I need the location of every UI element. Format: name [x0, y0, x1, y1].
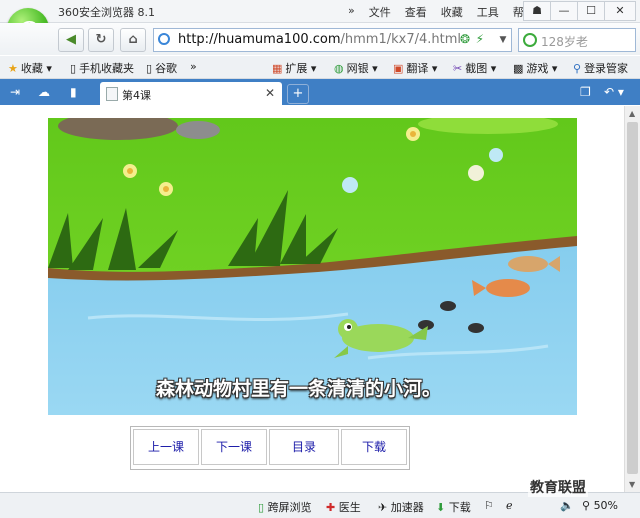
cloud-icon[interactable]: ☁: [38, 85, 50, 99]
favorites-bar: ★ 收藏 ▾ ▯ 手机收藏夹 ▯ 谷歌 » ▦ 扩展 ▾ ◍ 网银 ▾ ▣ 翻译 ▾ ✂ 截图…: [0, 56, 640, 79]
address-dropdown-button[interactable]: ▼: [495, 28, 512, 52]
main-menu: » 文件 查看 收藏 工具 帮助: [348, 4, 535, 20]
window-controls: ☗ — ☐ ✕: [523, 1, 636, 21]
url-text[interactable]: http://huamuma100.com/hmm1/kx7/4.html: [178, 32, 461, 47]
sidebar-toggle-icon[interactable]: ⇥: [10, 85, 20, 99]
tab-bar: ⇥ ☁ ▮ 第4课 ✕ + ❐ ↶ ▾: [0, 79, 640, 105]
page-icon: ▯: [146, 62, 153, 75]
menu-tools[interactable]: 工具: [477, 4, 499, 20]
skin-icon[interactable]: ☗: [523, 1, 551, 21]
flag-icon[interactable]: ⚐: [484, 499, 494, 512]
refresh-button[interactable]: ↻: [88, 28, 114, 52]
key-icon: ⚲: [573, 62, 582, 75]
grid-icon: ▦: [272, 62, 283, 75]
restore-tabs-icon[interactable]: ❐: [580, 85, 591, 99]
search-box[interactable]: 128岁老: [518, 28, 636, 52]
address-bar[interactable]: http://huamuma100.com/hmm1/kx7/4.html ❂ …: [153, 28, 497, 52]
doctor-button[interactable]: ✚ 医生: [326, 499, 361, 515]
security-check-icon[interactable]: ❂: [460, 32, 470, 46]
accelerator-button[interactable]: ✈ 加速器: [378, 499, 424, 515]
tool-games[interactable]: ▩ 游戏 ▾: [513, 60, 557, 76]
scene-caption: 森林动物村里有一条清清的小河。: [156, 378, 442, 400]
menu-view[interactable]: 查看: [405, 4, 427, 20]
url-host: http://huamuma100.com: [178, 32, 341, 47]
close-window-button[interactable]: ✕: [604, 1, 636, 21]
navigation-bar: ◀ ↻ ⌂ http://huamuma100.com/hmm1/kx7/4.h…: [0, 23, 640, 55]
tab-title: 第4课: [122, 89, 151, 102]
gamepad-icon: ▩: [513, 62, 524, 75]
table-of-contents-link[interactable]: 目录: [269, 429, 339, 465]
close-tab-icon[interactable]: ✕: [265, 86, 275, 100]
prev-lesson-link[interactable]: 上一课: [133, 429, 199, 465]
tool-screenshot[interactable]: ✂ 截图 ▾: [453, 60, 496, 76]
phone-icon: ▯: [258, 501, 265, 514]
plus-icon: ✚: [326, 501, 336, 514]
watermark: 教育联盟: [528, 477, 588, 497]
fav-item-google[interactable]: ▯ 谷歌: [146, 60, 177, 76]
menu-favorites[interactable]: 收藏: [441, 4, 463, 20]
tool-login-manager[interactable]: ⚲ 登录管家: [573, 60, 628, 76]
scissors-icon: ✂: [453, 62, 463, 75]
undo-close-icon[interactable]: ↶ ▾: [604, 85, 624, 99]
scrollbar-thumb[interactable]: [627, 122, 638, 474]
bank-icon: ◍: [334, 62, 344, 75]
fav-item-favorites[interactable]: ★ 收藏 ▾: [8, 60, 52, 76]
home-button[interactable]: ⌂: [120, 28, 146, 52]
rocket-icon: ✈: [378, 501, 388, 514]
scroll-down-icon[interactable]: ▼: [629, 480, 635, 489]
title-bar: 360安全浏览器 8.1 » 文件 查看 收藏 工具 帮助 ☗ — ☐ ✕: [0, 0, 640, 23]
scroll-up-icon[interactable]: ▲: [629, 109, 635, 118]
minimize-button[interactable]: —: [550, 1, 578, 21]
download-arrow-icon: ⬇: [436, 501, 446, 514]
zoom-icon: ⚲: [582, 499, 591, 512]
tool-ebank[interactable]: ◍ 网银 ▾: [334, 60, 378, 76]
ie-icon[interactable]: ℯ: [506, 499, 513, 512]
back-button[interactable]: ◀: [58, 28, 84, 52]
download-button[interactable]: ⬇ 下载: [436, 499, 471, 515]
lesson-navigation: 上一课 下一课 目录 下载: [130, 426, 410, 470]
vertical-scrollbar[interactable]: ▲ ▼: [624, 106, 640, 492]
river-scene-image: [48, 112, 577, 415]
tab-list-icon[interactable]: ▮: [70, 85, 77, 99]
download-link[interactable]: 下载: [341, 429, 407, 465]
globe-icon: [158, 33, 170, 45]
page-icon: [106, 87, 118, 101]
zoom-control[interactable]: ⚲ 50%: [582, 499, 618, 512]
maximize-button[interactable]: ☐: [577, 1, 605, 21]
fav-item-mobile[interactable]: ▯ 手机收藏夹: [70, 60, 134, 76]
favbar-more-button[interactable]: »: [190, 60, 197, 73]
volume-icon[interactable]: 🔈: [560, 499, 574, 512]
search-input[interactable]: 128岁老: [541, 33, 588, 50]
cross-screen-button[interactable]: ▯ 跨屏浏览: [258, 499, 312, 515]
star-icon: ★: [8, 62, 18, 75]
search-icon: [523, 33, 537, 47]
speed-mode-icon[interactable]: ⚡: [476, 32, 484, 46]
translate-icon: ▣: [393, 62, 404, 75]
menu-file[interactable]: 文件: [369, 4, 391, 20]
next-lesson-link[interactable]: 下一课: [201, 429, 267, 465]
tool-extensions[interactable]: ▦ 扩展 ▾: [272, 60, 316, 76]
new-tab-button[interactable]: +: [287, 84, 309, 104]
tab-lesson-4[interactable]: 第4课 ✕: [100, 82, 282, 105]
tool-translate[interactable]: ▣ 翻译 ▾: [393, 60, 437, 76]
page-icon: ▯: [70, 62, 77, 75]
menu-more-icon[interactable]: »: [348, 4, 355, 20]
url-path: /hmm1/kx7/4.html: [340, 32, 462, 47]
app-title: 360安全浏览器 8.1: [58, 6, 155, 19]
lesson-illustration: 森林动物村里有一条清清的小河。: [48, 112, 577, 415]
